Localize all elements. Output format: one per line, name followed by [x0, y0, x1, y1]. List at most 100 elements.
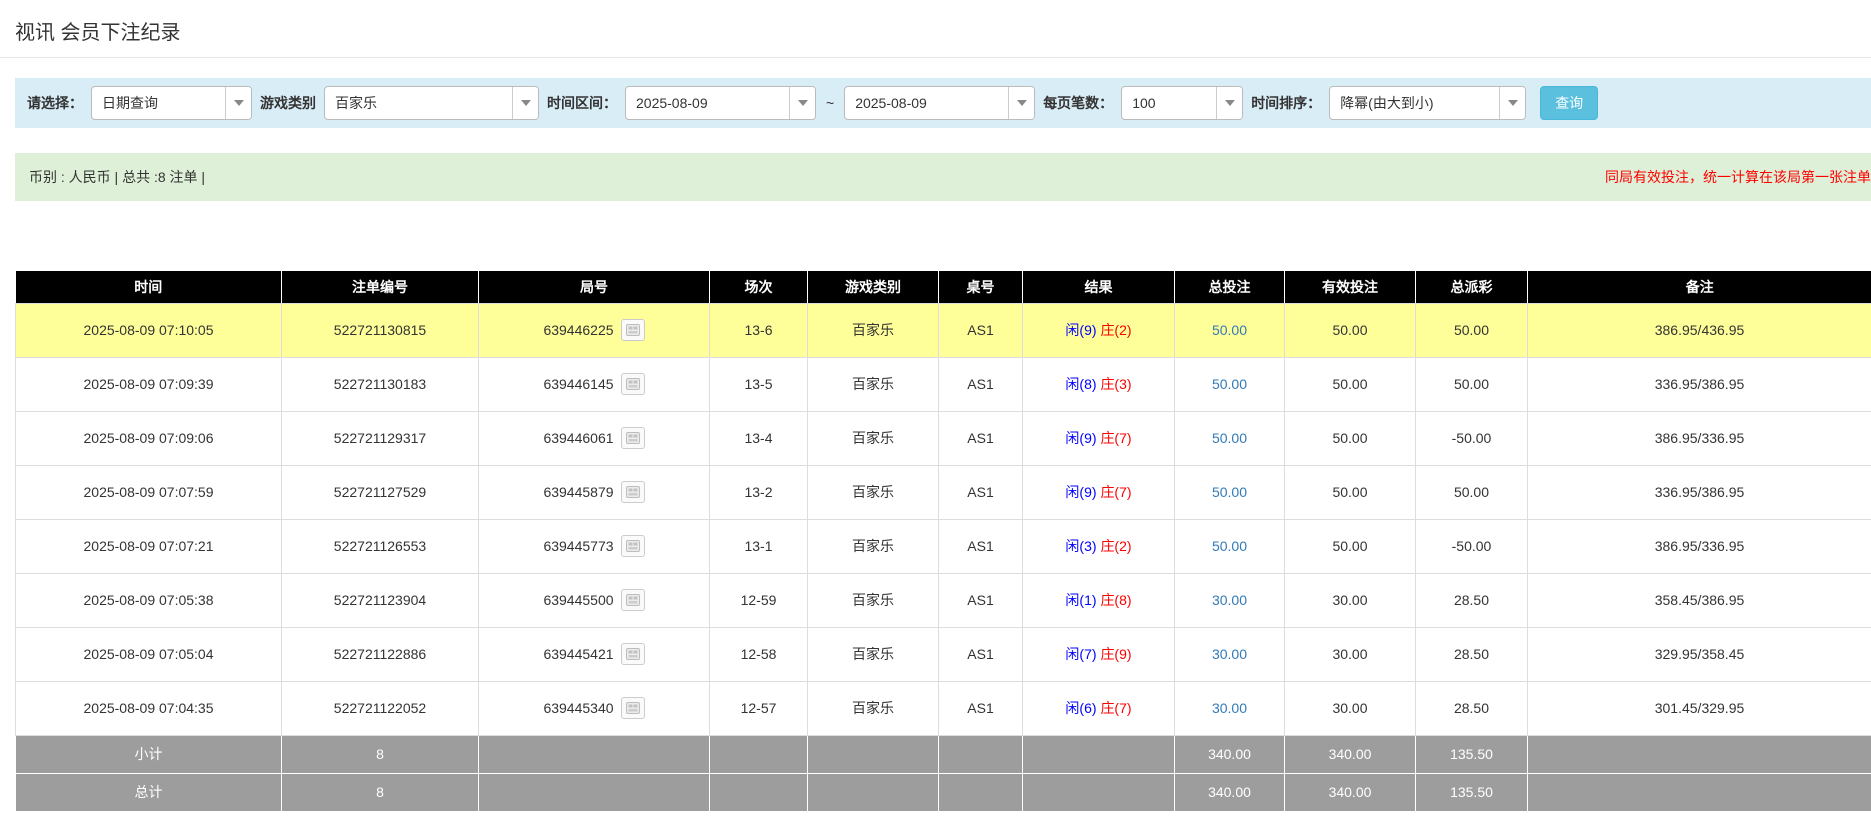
chevron-down-icon[interactable] — [1008, 87, 1035, 119]
total-bet-link[interactable]: 30.00 — [1212, 700, 1247, 716]
footer-empty-cell — [807, 734, 939, 774]
total-bet-link[interactable]: 50.00 — [1212, 538, 1247, 554]
time-cell: 2025-08-09 07:09:39 — [15, 356, 282, 412]
total-bet-link[interactable]: 50.00 — [1212, 376, 1247, 392]
table-row: 2025-08-09 07:09:06 522721129317 639446061… — [15, 410, 1871, 466]
date-from-input[interactable]: 2025-08-09 — [625, 86, 816, 120]
total-bet-link[interactable]: 30.00 — [1212, 592, 1247, 608]
player-result: 闲(9) — [1065, 484, 1097, 500]
summary-row: 小计 8 340.00 340.00 135.50 — [15, 734, 1871, 774]
table-row: 2025-08-09 07:05:04 522721122886 639445421… — [15, 626, 1871, 682]
game-type-value: 百家乐 — [335, 95, 377, 111]
bet-records-table: 时间 注单编号 局号 场次 游戏类别 桌号 结果 总投注 有效投注 总派彩 备注 2025-08-0… — [15, 271, 1871, 812]
valid-bet-notice: 同局有效投注，统一计算在该局第一张注单 — [1605, 169, 1871, 185]
payout-cell: 28.50 — [1415, 572, 1528, 628]
player-result: 闲(6) — [1065, 700, 1097, 716]
bet-id-cell: 522721129317 — [281, 410, 479, 466]
table-no-cell: AS1 — [938, 572, 1023, 628]
footer-empty-cell — [709, 734, 808, 774]
column-header-3: 局号 — [478, 271, 710, 304]
game-type-cell: 百家乐 — [807, 518, 939, 574]
query-type-value: 日期查询 — [102, 95, 158, 111]
total-bet-link[interactable]: 50.00 — [1212, 484, 1247, 500]
chevron-down-icon[interactable] — [225, 87, 251, 119]
chevron-down-icon[interactable] — [1216, 87, 1243, 119]
total-bet-cell: 50.00 — [1174, 518, 1285, 574]
footer-count-cell: 8 — [281, 772, 479, 812]
replay-icon[interactable] — [620, 427, 645, 449]
replay-icon[interactable] — [620, 535, 645, 557]
total-bet-link[interactable]: 50.00 — [1212, 322, 1247, 338]
round-cell: 639445340 — [478, 680, 710, 736]
footer-empty-cell — [478, 772, 710, 812]
chevron-down-icon[interactable] — [1499, 87, 1526, 119]
chevron-down-icon[interactable] — [512, 87, 538, 119]
payout-cell: 28.50 — [1415, 626, 1528, 682]
table-row: 2025-08-09 07:07:59 522721127529 639445879… — [15, 464, 1871, 520]
sort-order-value: 降幂(由大到小) — [1340, 95, 1434, 111]
total-bet-cell: 50.00 — [1174, 302, 1285, 358]
total-bet-link[interactable]: 30.00 — [1212, 646, 1247, 662]
filter-label-game-type: 游戏类别 — [260, 95, 316, 111]
chevron-down-icon[interactable] — [789, 87, 815, 119]
table-row: 2025-08-09 07:09:39 522721130183 639446145… — [15, 356, 1871, 412]
time-cell: 2025-08-09 07:05:04 — [15, 626, 282, 682]
total-bet-link[interactable]: 50.00 — [1212, 430, 1247, 446]
payout-cell: -50.00 — [1415, 410, 1528, 466]
per-page-value: 100 — [1132, 95, 1156, 111]
per-page-select[interactable]: 100 — [1121, 86, 1244, 120]
footer-empty-cell — [1022, 734, 1175, 774]
filter-label-sort-order: 时间排序： — [1251, 95, 1322, 111]
column-header-5: 游戏类别 — [807, 271, 939, 304]
footer-note-cell — [1527, 734, 1871, 774]
column-header-8: 总投注 — [1174, 271, 1285, 304]
payout-cell: 50.00 — [1415, 356, 1528, 412]
column-header-9: 有效投注 — [1284, 271, 1416, 304]
round-number: 639445421 — [543, 646, 614, 662]
player-result: 闲(1) — [1065, 592, 1097, 608]
note-cell: 336.95/386.95 — [1527, 356, 1871, 412]
banker-result: 庄(9) — [1100, 646, 1132, 662]
footer-empty-cell — [938, 772, 1023, 812]
replay-icon[interactable] — [620, 373, 645, 395]
player-result: 闲(3) — [1065, 538, 1097, 554]
game-type-select[interactable]: 百家乐 — [324, 86, 539, 120]
result-cell: 闲(9) 庄(7) — [1022, 464, 1175, 520]
query-type-select[interactable]: 日期查询 — [91, 86, 252, 120]
valid-bet-cell: 50.00 — [1284, 410, 1416, 466]
table-no-cell: AS1 — [938, 518, 1023, 574]
sort-order-select[interactable]: 降幂(由大到小) — [1329, 86, 1527, 120]
replay-icon[interactable] — [620, 697, 645, 719]
time-cell: 2025-08-09 07:09:06 — [15, 410, 282, 466]
total-bet-cell: 50.00 — [1174, 410, 1285, 466]
result-cell: 闲(7) 庄(9) — [1022, 626, 1175, 682]
note-cell: 386.95/336.95 — [1527, 518, 1871, 574]
banker-result: 庄(7) — [1100, 484, 1132, 500]
bet-id-cell: 522721130183 — [281, 356, 479, 412]
date-to-input[interactable]: 2025-08-09 — [844, 86, 1036, 120]
total-bet-cell: 30.00 — [1174, 626, 1285, 682]
replay-icon[interactable] — [620, 643, 645, 665]
replay-icon[interactable] — [620, 319, 645, 341]
replay-icon[interactable] — [620, 481, 645, 503]
round-cell: 639446061 — [478, 410, 710, 466]
session-cell: 12-57 — [709, 680, 808, 736]
table-no-cell: AS1 — [938, 356, 1023, 412]
column-header-6: 桌号 — [938, 271, 1023, 304]
replay-icon[interactable] — [620, 589, 645, 611]
time-cell: 2025-08-09 07:05:38 — [15, 572, 282, 628]
session-cell: 13-4 — [709, 410, 808, 466]
time-cell: 2025-08-09 07:04:35 — [15, 680, 282, 736]
search-button[interactable]: 查询 — [1540, 86, 1599, 120]
result-cell: 闲(9) 庄(7) — [1022, 410, 1175, 466]
footer-empty-cell — [807, 772, 939, 812]
footer-empty-cell — [938, 734, 1023, 774]
total-bet-cell: 50.00 — [1174, 356, 1285, 412]
table-row: 2025-08-09 07:07:21 522721126553 639445773… — [15, 518, 1871, 574]
time-cell: 2025-08-09 07:10:05 — [15, 302, 282, 358]
payout-cell: -50.00 — [1415, 518, 1528, 574]
session-cell: 13-1 — [709, 518, 808, 574]
footer-total-bet-cell: 340.00 — [1174, 734, 1285, 774]
footer-label-cell: 小计 — [15, 734, 282, 774]
footer-payout-cell: 135.50 — [1415, 734, 1528, 774]
